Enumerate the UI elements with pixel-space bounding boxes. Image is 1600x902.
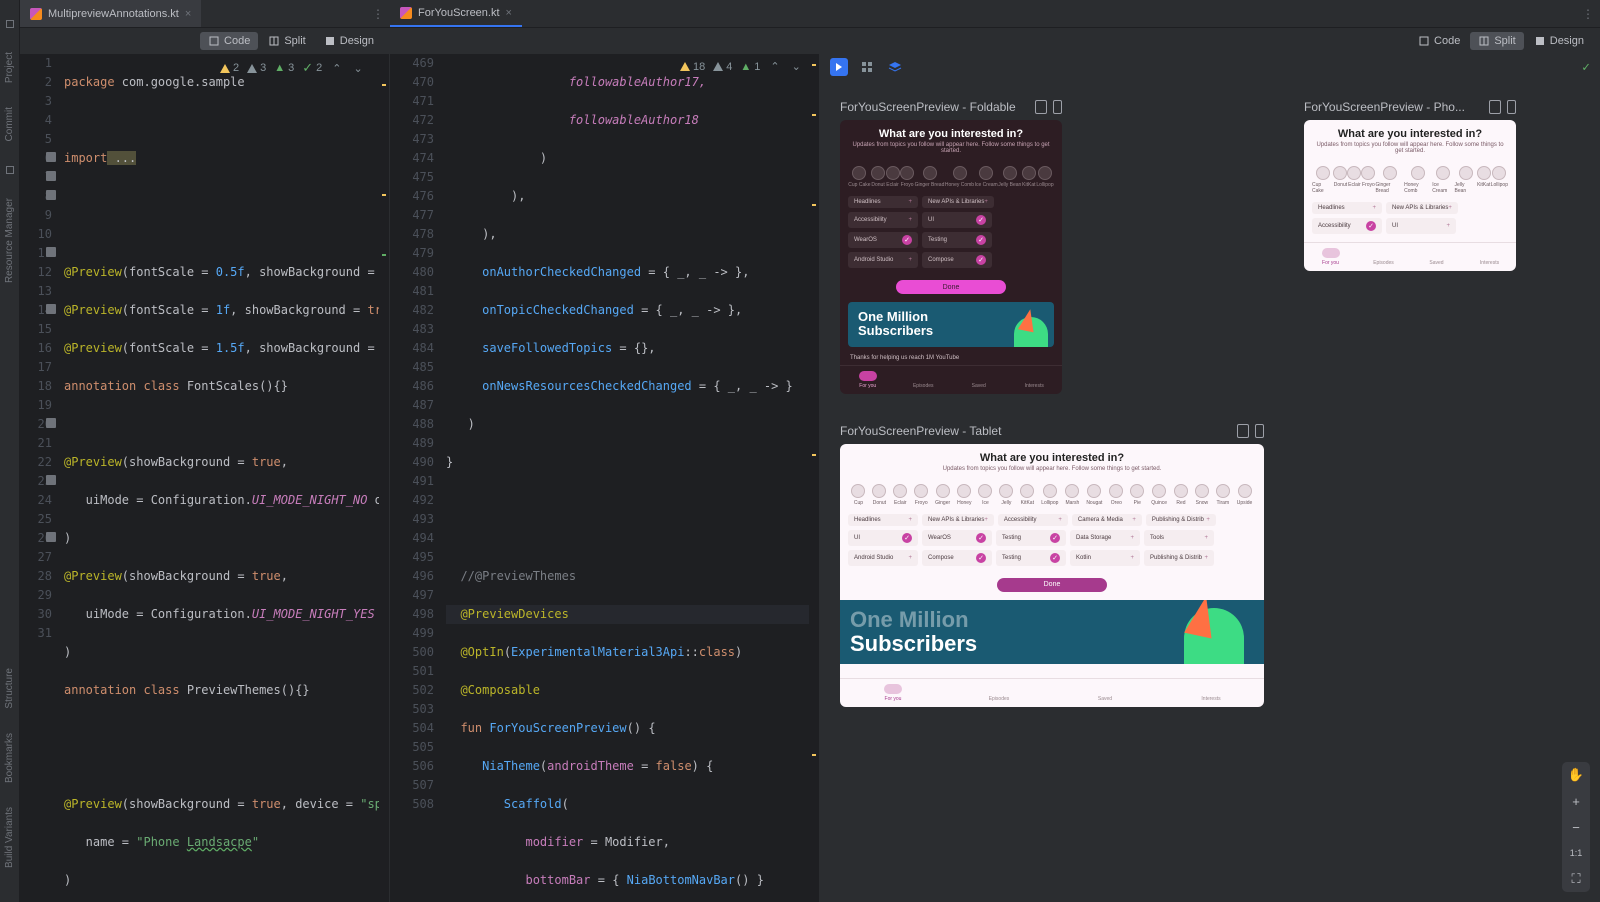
preview-ok-icon: ✓ xyxy=(1582,60,1590,75)
check-icon: ✓ xyxy=(302,60,313,76)
gutter-mid: 4694704714724734744754764774784794804814… xyxy=(390,54,440,902)
preview-phone[interactable]: What are you interested in?Updates from … xyxy=(1304,120,1516,271)
preview-foldable[interactable]: What are you interested in?Updates from … xyxy=(840,120,1062,394)
tool-square-icon[interactable] xyxy=(6,20,14,28)
tab-label: ForYouScreen.kt xyxy=(418,7,500,19)
inspection-mid: 18 4 ▲1 ⌃ ⌄ xyxy=(680,60,803,73)
preview-title: ForYouScreenPreview - Foldable xyxy=(840,100,1016,114)
more-icon[interactable]: ⋮ xyxy=(1582,7,1594,21)
tablet-icon[interactable] xyxy=(1035,100,1047,114)
typo-icon: ▲ xyxy=(740,61,751,73)
close-icon[interactable]: × xyxy=(185,8,191,20)
gutter-left: 1234567891011121314151617181920212223242… xyxy=(20,54,58,902)
view-bar: Code Split Design Code Split Design xyxy=(20,28,1600,54)
view-split-button-r[interactable]: Split xyxy=(1470,32,1523,50)
chevron-down-icon[interactable]: ⌄ xyxy=(352,62,365,75)
phone-icon[interactable] xyxy=(1507,100,1516,114)
tool-structure[interactable]: Structure xyxy=(4,668,15,709)
view-design-button-r[interactable]: Design xyxy=(1526,32,1592,50)
tab-label: MultipreviewAnnotations.kt xyxy=(48,8,179,20)
view-code-button-r[interactable]: Code xyxy=(1410,32,1468,50)
tool-variants[interactable]: Build Variants xyxy=(4,807,15,868)
preview-canvas[interactable]: ForYouScreenPreview - Foldable What are … xyxy=(820,80,1600,902)
tool-project[interactable]: Project xyxy=(4,52,15,83)
pan-tool-icon[interactable] xyxy=(830,58,848,76)
tool-bookmarks[interactable]: Bookmarks xyxy=(4,733,15,783)
preview-toolbar: ✓ xyxy=(820,54,1600,80)
tab-multipreview[interactable]: MultipreviewAnnotations.kt × xyxy=(20,0,201,27)
zoom-in-button[interactable]: + xyxy=(1562,788,1590,814)
tab-foryouscreen[interactable]: ForYouScreen.kt × xyxy=(390,0,522,27)
pan-hand-icon[interactable]: ✋ xyxy=(1562,762,1590,788)
phone-icon[interactable] xyxy=(1053,100,1062,114)
view-code-button[interactable]: Code xyxy=(200,32,258,50)
error-stripe-mid[interactable] xyxy=(809,54,819,902)
view-split-button[interactable]: Split xyxy=(260,32,313,50)
preview-title: ForYouScreenPreview - Tablet xyxy=(840,424,1001,438)
grid-icon[interactable] xyxy=(858,58,876,76)
tablet-icon[interactable] xyxy=(1489,100,1501,114)
left-tool-strip: Project Commit Resource Manager Structur… xyxy=(0,0,20,902)
zoom-controls: ✋ + − 1:1 ⛶ xyxy=(1562,762,1590,892)
preview-tablet[interactable]: What are you interested in?Updates from … xyxy=(840,444,1264,707)
phone-icon[interactable] xyxy=(1255,424,1264,438)
tool-commit[interactable]: Commit xyxy=(4,107,15,141)
typo-icon: ▲ xyxy=(274,62,285,74)
zoom-out-button[interactable]: − xyxy=(1562,814,1590,840)
tablet-icon[interactable] xyxy=(1237,424,1249,438)
inspection-left: 2 3 ▲3 ✓2 ⌃ ⌄ xyxy=(220,60,365,76)
error-stripe-left[interactable] xyxy=(379,54,389,902)
warning-icon xyxy=(680,62,690,71)
editor-left: 1234567891011121314151617181920212223242… xyxy=(20,54,390,902)
tool-resmgr[interactable]: Resource Manager xyxy=(4,198,15,283)
tabs-row: MultipreviewAnnotations.kt × ⋮ ForYouScr… xyxy=(20,0,1600,28)
close-icon[interactable]: × xyxy=(506,7,512,19)
kotlin-file-icon xyxy=(400,7,412,19)
zoom-fit-button[interactable]: ⛶ xyxy=(1562,866,1590,892)
weak-warning-icon xyxy=(247,64,257,73)
tool-square-icon-2[interactable] xyxy=(6,166,14,174)
code-left[interactable]: package com.google.sample import ... @Pr… xyxy=(58,54,379,902)
weak-warning-icon xyxy=(713,62,723,71)
kotlin-file-icon xyxy=(30,8,42,20)
zoom-ratio[interactable]: 1:1 xyxy=(1562,840,1590,866)
code-mid[interactable]: followableAuthor17, followableAuthor18 )… xyxy=(440,54,809,902)
chevron-up-icon[interactable]: ⌃ xyxy=(768,60,781,73)
more-icon[interactable]: ⋮ xyxy=(372,7,384,21)
warning-icon xyxy=(220,64,230,73)
layers-icon[interactable] xyxy=(886,58,904,76)
preview-pane: ✓ ForYouScreenPreview - Foldable What ar… xyxy=(820,54,1600,902)
chevron-down-icon[interactable]: ⌄ xyxy=(790,60,803,73)
preview-title: ForYouScreenPreview - Pho... xyxy=(1304,100,1465,114)
view-design-button[interactable]: Design xyxy=(316,32,382,50)
chevron-up-icon[interactable]: ⌃ xyxy=(330,62,343,75)
editor-mid: 4694704714724734744754764774784794804814… xyxy=(390,54,820,902)
